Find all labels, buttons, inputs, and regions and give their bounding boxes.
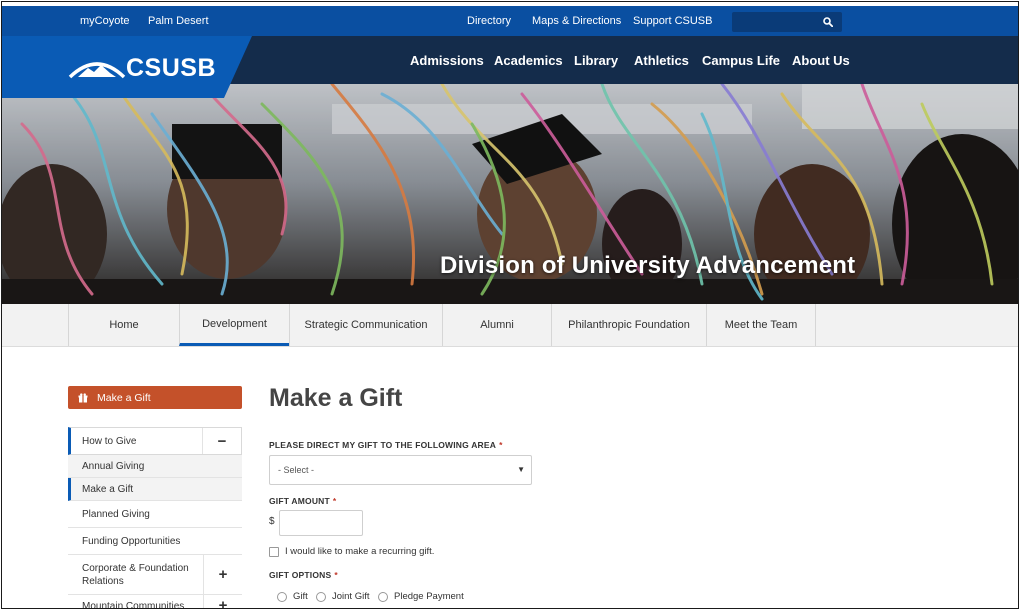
gift-option-label: Joint Gift (332, 591, 370, 602)
tab-strategic-communication[interactable]: Strategic Communication (289, 304, 442, 346)
tab-philanthropic-foundation[interactable]: Philanthropic Foundation (551, 304, 706, 346)
direct-gift-label: PLEASE DIRECT MY GIFT TO THE FOLLOWING A… (269, 440, 503, 450)
sidebar-item-label: Mountain Communities (82, 601, 185, 609)
gift-area-select[interactable]: - Select - ▼ (269, 455, 532, 485)
sidebar-item-make-a-gift[interactable]: Make a Gift (68, 478, 242, 501)
gift-option-gift[interactable]: Gift (277, 591, 308, 602)
gift-option-pledge-payment[interactable]: Pledge Payment (378, 591, 464, 602)
search-icon (823, 17, 833, 27)
utility-bar: myCoyote Palm Desert Directory Maps & Di… (2, 6, 1018, 36)
make-a-gift-label: Make a Gift (97, 391, 151, 404)
tab-development[interactable]: Development (179, 304, 289, 346)
gift-option-label: Gift (293, 591, 308, 602)
required-mark: * (332, 496, 337, 506)
link-support-csusb[interactable]: Support CSUSB (633, 15, 712, 27)
logo-home-link[interactable]: CSUSB (2, 36, 252, 98)
sidebar-item-label: Annual Giving (82, 460, 145, 472)
link-directory[interactable]: Directory (467, 15, 511, 27)
recurring-gift-checkbox[interactable] (269, 546, 279, 557)
gift-amount-label: GIFT AMOUNT * (269, 496, 336, 506)
nav-admissions[interactable]: Admissions (410, 53, 484, 68)
gift-options-label-text: GIFT OPTIONS (269, 570, 332, 580)
browser-frame: myCoyote Palm Desert Directory Maps & Di… (1, 1, 1019, 609)
logo-text: CSUSB (126, 54, 217, 82)
gift-option-radio[interactable] (277, 591, 287, 602)
gift-option-joint-gift[interactable]: Joint Gift (316, 591, 370, 602)
sidebar-item-corporate-foundation-relations[interactable]: Corporate & Foundation Relations + (68, 555, 242, 595)
link-maps-directions[interactable]: Maps & Directions (532, 15, 621, 27)
gift-area-select-value: - Select - (278, 465, 315, 475)
gift-option-radio[interactable] (378, 591, 388, 602)
sidebar-item-label: Funding Opportunities (82, 535, 181, 547)
tab-meet-the-team[interactable]: Meet the Team (706, 304, 816, 346)
gift-options-label: GIFT OPTIONS * (269, 570, 338, 580)
gift-amount-label-text: GIFT AMOUNT (269, 496, 330, 506)
currency-symbol: $ (269, 516, 275, 527)
tab-home[interactable]: Home (68, 304, 179, 346)
sidebar-item-label: How to Give (82, 435, 137, 447)
nav-athletics[interactable]: Athletics (634, 53, 689, 68)
sidebar-item-planned-giving[interactable]: Planned Giving (68, 501, 242, 528)
page-title: Make a Gift (269, 384, 403, 412)
link-mycoyote[interactable]: myCoyote (80, 15, 130, 27)
link-palm-desert[interactable]: Palm Desert (148, 15, 209, 27)
sidebar-item-label: Corporate & Foundation Relations (82, 562, 189, 587)
nav-about-us[interactable]: About Us (792, 53, 850, 68)
make-a-gift-button[interactable]: Make a Gift (68, 386, 242, 409)
collapse-toggle[interactable]: − (202, 428, 241, 454)
chevron-down-icon: ▼ (517, 465, 525, 474)
nav-academics[interactable]: Academics (494, 53, 563, 68)
expand-toggle[interactable]: + (203, 555, 242, 594)
sidebar-item-mountain-communities[interactable]: Mountain Communities + (68, 595, 242, 609)
required-mark: * (334, 570, 338, 580)
recurring-gift-row: I would like to make a recurring gift. (269, 546, 434, 557)
sidebar-item-label: Planned Giving (82, 508, 150, 520)
gift-icon (78, 392, 88, 402)
hero-title: Division of University Advancement (440, 252, 856, 279)
hero-banner: Division of University Advancement (2, 84, 1018, 304)
gift-amount-input[interactable] (279, 510, 363, 536)
tab-alumni[interactable]: Alumni (442, 304, 551, 346)
search-button[interactable] (814, 12, 842, 32)
required-mark: * (499, 440, 503, 450)
sidebar-item-annual-giving[interactable]: Annual Giving (68, 455, 242, 478)
section-sub-nav: Home Development Strategic Communication… (2, 304, 1018, 347)
direct-gift-label-text: PLEASE DIRECT MY GIFT TO THE FOLLOWING A… (269, 440, 497, 450)
sidebar-item-funding-opportunities[interactable]: Funding Opportunities (68, 528, 242, 555)
expand-toggle[interactable]: + (203, 595, 242, 608)
search-box (732, 12, 842, 32)
mountain-logo-icon (68, 62, 126, 79)
gift-option-radio[interactable] (316, 591, 326, 602)
recurring-gift-label: I would like to make a recurring gift. (285, 546, 435, 557)
sidebar-item-how-to-give[interactable]: How to Give − (68, 427, 242, 455)
nav-campus-life[interactable]: Campus Life (702, 53, 780, 68)
gift-option-label: Pledge Payment (394, 591, 464, 602)
nav-library[interactable]: Library (574, 53, 618, 68)
sidebar-item-label: Make a Gift (82, 483, 134, 495)
